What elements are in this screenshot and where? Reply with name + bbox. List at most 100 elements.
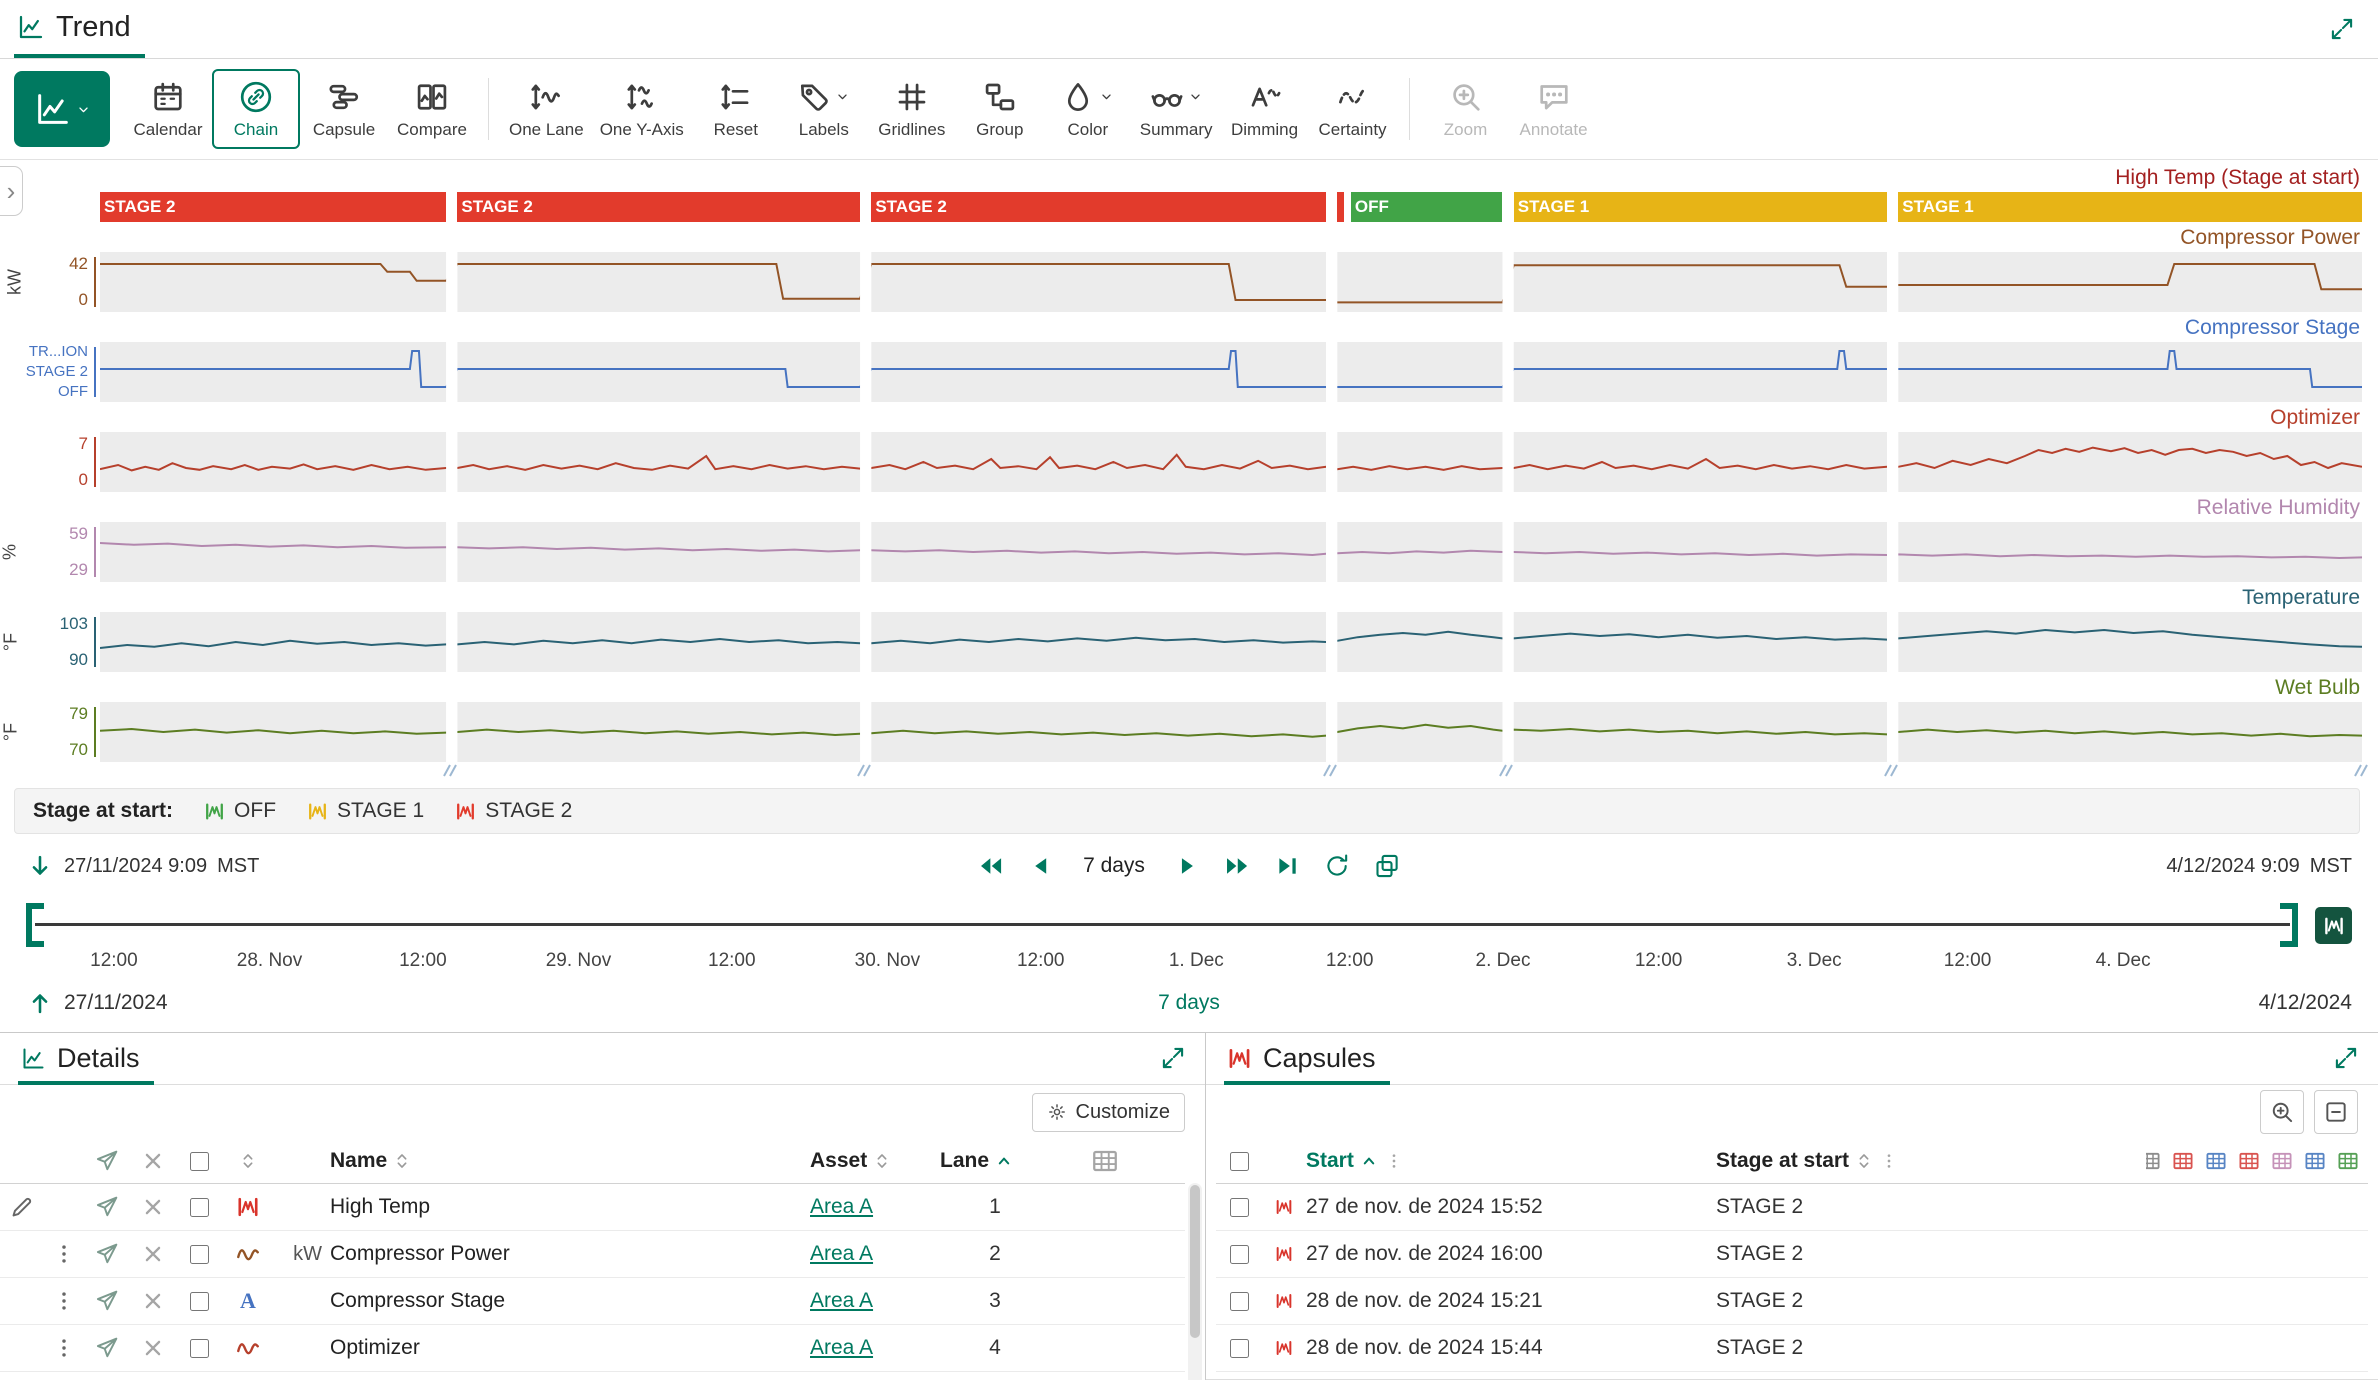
legend-item[interactable]: STAGE 1 xyxy=(306,799,424,823)
add-column-icon[interactable] xyxy=(2336,1149,2360,1173)
tab-trend[interactable]: Trend xyxy=(14,0,145,58)
series-label-relative-humidity[interactable]: Relative Humidity xyxy=(0,494,2378,522)
lane-plot-compressor-power[interactable] xyxy=(100,252,2362,312)
toolbar-zoom[interactable]: Zoom xyxy=(1422,69,1510,149)
lane-plot-wet-bulb[interactable] xyxy=(100,702,2362,762)
row-menu-icon[interactable] xyxy=(51,1241,77,1267)
range-start-date[interactable]: 27/11/2024 xyxy=(64,991,168,1015)
details-row[interactable]: OptimizerArea A4 xyxy=(0,1325,1185,1372)
details-row[interactable]: ACompressor StageArea A3 xyxy=(0,1278,1185,1325)
timeline-end-handle[interactable] xyxy=(2280,903,2298,947)
sort-start-asc-icon[interactable] xyxy=(1358,1150,1380,1172)
add-column-icon[interactable] xyxy=(2171,1149,2195,1173)
toolbar-gridlines[interactable]: Gridlines xyxy=(868,69,956,149)
toolbar-color[interactable]: Color xyxy=(1044,69,1132,149)
add-column-icon[interactable] xyxy=(2270,1149,2294,1173)
range-duration[interactable]: 7 days xyxy=(1158,991,1220,1015)
series-label-compressor-power[interactable]: Compressor Power xyxy=(0,224,2378,252)
y-axis-wet-bulb[interactable]: °F7970 xyxy=(0,702,100,762)
start-column-menu-icon[interactable] xyxy=(1384,1151,1404,1171)
asset-link[interactable]: Area A xyxy=(810,1289,873,1313)
explore-icon[interactable] xyxy=(94,1288,120,1314)
step-backward-button[interactable] xyxy=(1027,852,1055,880)
y-axis-relative-humidity[interactable]: %5929 xyxy=(0,522,100,582)
details-scrollbar[interactable] xyxy=(1188,1183,1202,1380)
toolbar-calendar[interactable]: Calendar xyxy=(124,69,212,149)
select-all-checkbox[interactable] xyxy=(190,1152,209,1171)
duration-label[interactable]: 7 days xyxy=(1083,854,1145,878)
remove-icon[interactable] xyxy=(140,1241,166,1267)
row-checkbox[interactable] xyxy=(190,1198,209,1217)
series-label-wet-bulb[interactable]: Wet Bulb xyxy=(0,674,2378,702)
asset-link[interactable]: Area A xyxy=(810,1242,873,1266)
copy-range-button[interactable] xyxy=(1373,852,1401,880)
fast-forward-button[interactable] xyxy=(1223,852,1251,880)
toolbar-annotate[interactable]: Annotate xyxy=(1510,69,1598,149)
sort-type-icon[interactable] xyxy=(237,1150,259,1172)
column-header-lane[interactable]: Lane xyxy=(940,1149,989,1173)
row-checkbox[interactable] xyxy=(190,1292,209,1311)
details-row[interactable]: High TempArea A1 xyxy=(0,1184,1185,1231)
y-axis-compressor-power[interactable]: kW420 xyxy=(0,252,100,312)
tab-details[interactable]: Details xyxy=(18,1043,154,1085)
column-header-name[interactable]: Name xyxy=(330,1149,387,1173)
capsules-expand-icon[interactable] xyxy=(2332,1044,2360,1072)
toolbar-certainty[interactable]: Certainty xyxy=(1309,69,1397,149)
add-column-icon[interactable] xyxy=(2204,1149,2228,1173)
explore-icon[interactable] xyxy=(94,1335,120,1361)
sort-stage-icon[interactable] xyxy=(1853,1150,1875,1172)
add-column-icon[interactable] xyxy=(2303,1149,2327,1173)
row-checkbox[interactable] xyxy=(190,1339,209,1358)
range-start-datetime[interactable]: 27/11/2024 9:09 xyxy=(64,855,207,878)
toolbar-summary[interactable]: Summary xyxy=(1132,69,1221,149)
capsule-checkbox[interactable] xyxy=(1230,1292,1249,1311)
table-columns-icon[interactable] xyxy=(1090,1146,1120,1176)
y-axis-compressor-stage[interactable]: TR...IONSTAGE 2OFF xyxy=(0,342,100,402)
capsule-segment[interactable]: STAGE 2 xyxy=(871,192,1326,222)
toolbar-view-selector[interactable] xyxy=(14,71,110,147)
toolbar-reset[interactable]: Reset xyxy=(692,69,780,149)
maximize-icon[interactable] xyxy=(2328,15,2356,43)
capsule-segment[interactable] xyxy=(1337,192,1344,222)
investigate-down-icon[interactable] xyxy=(26,852,54,880)
capsule-checkbox[interactable] xyxy=(1230,1198,1249,1217)
asset-link[interactable]: Area A xyxy=(810,1195,873,1219)
lane-plot-relative-humidity[interactable] xyxy=(100,522,2362,582)
range-end-datetime[interactable]: 4/12/2024 9:09 xyxy=(2166,855,2299,878)
capsule-checkbox[interactable] xyxy=(1230,1339,1249,1358)
scrollbar-thumb[interactable] xyxy=(1190,1185,1200,1338)
add-column-icon[interactable] xyxy=(2237,1149,2261,1173)
y-axis-temperature[interactable]: °F10390 xyxy=(0,612,100,672)
explore-icon[interactable] xyxy=(94,1194,120,1220)
y-axis-optimizer[interactable]: 70 xyxy=(0,432,100,492)
sort-lane-asc-icon[interactable] xyxy=(993,1150,1015,1172)
capsule-row[interactable]: 28 de nov. de 2024 15:44STAGE 2 xyxy=(1216,1325,2368,1372)
details-expand-icon[interactable] xyxy=(1159,1044,1187,1072)
timeline-track[interactable] xyxy=(35,923,2290,926)
row-menu-icon[interactable] xyxy=(51,1288,77,1314)
series-label-temperature[interactable]: Temperature xyxy=(0,584,2378,612)
series-label-high-temp[interactable]: High Temp (Stage at start) xyxy=(0,164,2378,192)
capsule-row[interactable]: 28 de nov. de 2024 15:21STAGE 2 xyxy=(1216,1278,2368,1325)
sort-name-icon[interactable] xyxy=(391,1150,413,1172)
column-header-start[interactable]: Start xyxy=(1306,1149,1354,1173)
stage-column-menu-icon[interactable] xyxy=(1879,1151,1899,1171)
collapse-rows-button[interactable] xyxy=(2314,1090,2358,1134)
explore-all-icon[interactable] xyxy=(94,1148,120,1174)
toolbar-labels[interactable]: Labels xyxy=(780,69,868,149)
sort-asset-icon[interactable] xyxy=(871,1150,893,1172)
series-label-optimizer[interactable]: Optimizer xyxy=(0,404,2378,432)
skip-to-end-button[interactable] xyxy=(1273,852,1301,880)
column-header-asset[interactable]: Asset xyxy=(810,1149,867,1173)
add-column-icon[interactable] xyxy=(2146,1149,2162,1173)
toolbar-group[interactable]: Group xyxy=(956,69,1044,149)
details-row[interactable]: kWCompressor PowerArea A2 xyxy=(0,1231,1185,1278)
lane-plot-optimizer[interactable] xyxy=(100,432,2362,492)
legend-item[interactable]: OFF xyxy=(203,799,276,823)
customize-button[interactable]: Customize xyxy=(1032,1093,1185,1132)
capsule-segment[interactable]: STAGE 1 xyxy=(1514,192,1887,222)
edit-icon[interactable] xyxy=(9,1194,35,1220)
lane-plot-compressor-stage[interactable] xyxy=(100,342,2362,402)
details-row[interactable]: %Relative HumidityArea A5 xyxy=(0,1372,1185,1380)
toolbar-one-lane[interactable]: One Lane xyxy=(501,69,592,149)
